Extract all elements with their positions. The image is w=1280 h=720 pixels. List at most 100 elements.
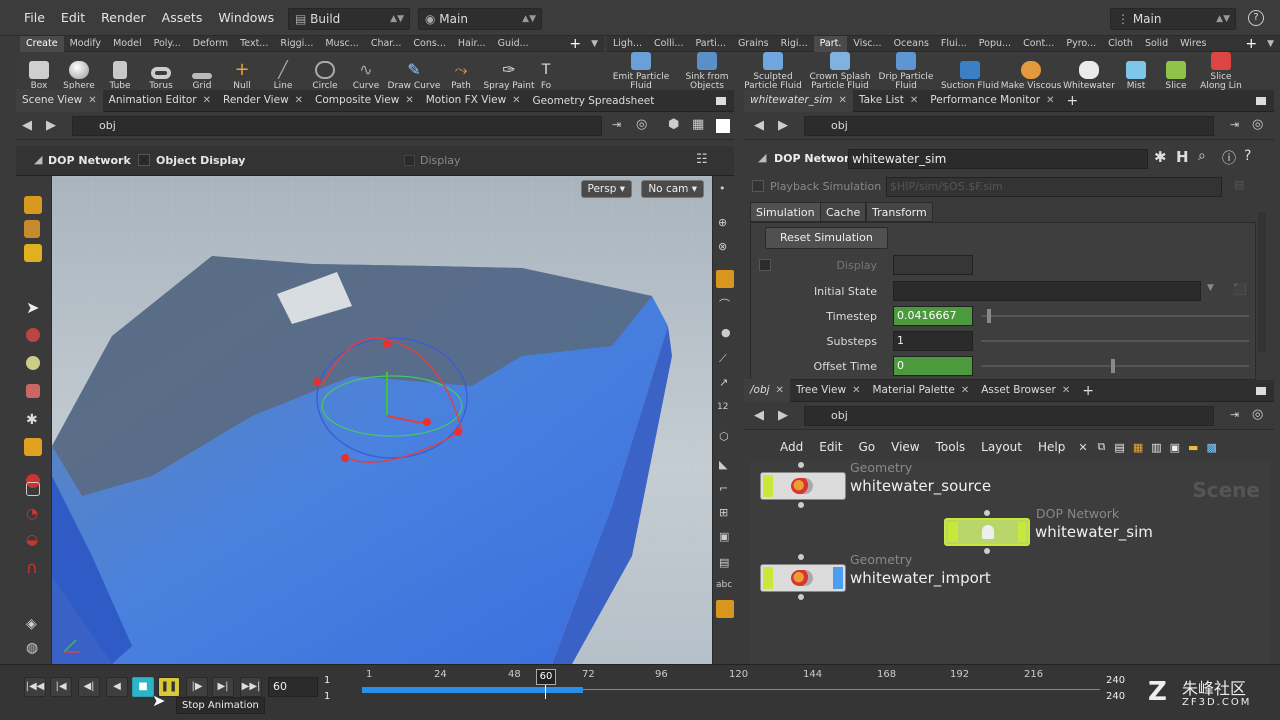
menu-edit[interactable]: Edit [53,0,93,36]
offset-time-field[interactable]: 0 [893,356,973,376]
render-flag[interactable] [1018,522,1026,542]
back-arrow-icon[interactable]: ◀ [754,118,764,133]
play-reverse-button[interactable]: ◀ [106,677,128,697]
corner-icon[interactable]: ⌐ [719,482,728,495]
shelf-tab-grains[interactable]: Grains [732,36,775,52]
tool-path[interactable]: ⤳ Path [442,52,480,94]
shelf-tab-collisions[interactable]: Colli... [648,36,689,52]
subtab-transform[interactable]: Transform [866,202,933,222]
timestep-slider[interactable] [981,315,1249,317]
menu-add[interactable]: Add [750,440,811,454]
object-display-checkbox[interactable] [138,154,150,166]
tab-take-list[interactable]: Take List ✕ [853,89,924,112]
snap-magnet-icon[interactable]: ∩ [26,558,44,577]
shelf-menu-icon[interactable]: ▼ [585,39,604,49]
display-flag[interactable] [763,475,773,497]
maximize-icon[interactable] [1256,386,1266,395]
shelf-tab-particles[interactable]: Parti... [689,36,731,52]
close-icon[interactable]: ✕ [405,95,413,106]
handle-tool-icon[interactable] [24,220,40,238]
shelf-tab-characters[interactable]: Char... [365,36,408,52]
close-icon[interactable]: ✕ [776,385,784,396]
shelf-tab-lights[interactable]: Ligh... [607,36,648,52]
display-checkbox[interactable] [759,259,771,271]
shelf-tab-viscous[interactable]: Visc... [847,36,887,52]
output-connector[interactable] [798,594,804,600]
shelf-tab-container[interactable]: Cont... [1017,36,1060,52]
search-icon[interactable]: ⌕ [1198,148,1206,164]
snapshot-icon[interactable]: ▦ [692,117,704,132]
stop-button[interactable]: ■ [132,677,154,697]
scale-icon[interactable] [26,384,40,398]
shelf-tab-particle-fluids[interactable]: Part. [813,35,848,52]
timestep-field[interactable]: 0.0416667 [893,306,973,326]
tool-whitewater[interactable]: Whitewater [1061,52,1117,94]
shelf-tab-constraints[interactable]: Cons... [407,36,451,52]
step-forward-button[interactable]: |▶ [186,677,208,697]
menu-assets[interactable]: Assets [154,0,211,36]
tab-composite-view[interactable]: Composite View ✕ [309,89,420,112]
menu-file[interactable]: File [16,0,53,36]
image-icon[interactable]: ▩ [1202,441,1220,454]
camera-menu[interactable]: No cam ▾ [641,180,704,198]
next-key-button[interactable]: ▶| [212,677,234,697]
shelf-tab-rigging[interactable]: Riggi... [274,36,319,52]
step-back-button[interactable]: ◀| [78,677,100,697]
tool-sink-from-objects[interactable]: Sink from Objects [675,52,739,94]
output-connector[interactable] [798,502,804,508]
menu-render[interactable]: Render [93,0,154,36]
pose-icon[interactable]: ✱ [26,412,44,430]
shelf-tab-pyro[interactable]: Pyro... [1060,36,1102,52]
tab-geometry-spreadsheet[interactable]: Geometry Spreadsheet [527,90,661,112]
table-icon[interactable]: ▥ [1147,441,1165,454]
shelf-tab-oceans[interactable]: Oceans [888,36,935,52]
handle-icon[interactable] [24,438,42,456]
wrench-icon[interactable]: ✕ [1073,441,1092,454]
node-name[interactable]: whitewater_import [850,569,991,587]
add-tab-icon[interactable]: + [1076,380,1100,402]
point-icon[interactable]: ● [721,326,731,339]
tool-circle[interactable]: Circle [304,52,346,94]
question-icon[interactable]: ? [1244,148,1251,164]
initial-state-field[interactable] [893,281,1201,301]
tool-font[interactable]: T Fo [538,52,554,94]
tool-mist[interactable]: Mist [1117,52,1155,94]
right-desktop-select[interactable]: ⋮ Main ▲▼ [1110,8,1236,30]
display-flag[interactable] [948,522,958,542]
menu-help[interactable]: Help [1030,440,1073,454]
close-icon[interactable]: ✕ [910,95,918,106]
close-icon[interactable]: ✕ [852,385,860,396]
start-frame-label-2[interactable]: 1 [324,691,330,702]
tool-crown-splash[interactable]: Crown Splash Particle Fluid [807,52,873,94]
help-h-icon[interactable]: H [1176,148,1189,166]
tool-slice-along-line[interactable]: Slice Along Lin [1197,52,1245,94]
wedge-icon[interactable]: ◣ [719,458,727,471]
input-connector[interactable] [798,462,804,468]
pin-icon[interactable]: ⇥ [1230,408,1239,421]
menu-tools[interactable]: Tools [928,440,974,454]
input-connector[interactable] [798,554,804,560]
shelf-tab-poly[interactable]: Poly... [148,36,187,52]
tool-grid[interactable]: Grid [182,52,222,94]
link-icon[interactable]: ◎ [1252,407,1263,422]
tool-curve[interactable]: ∿ Curve [346,52,386,94]
add-shelf-icon[interactable]: + [565,36,585,52]
add-tab-icon[interactable]: + [1060,90,1084,112]
magnet-icon[interactable]: ◔ [26,506,44,524]
node-whitewater-source[interactable] [760,472,846,500]
shelf-tab-wires[interactable]: Wires [1174,36,1212,52]
tab-animation-editor[interactable]: Animation Editor ✕ [103,89,217,112]
dot-icon[interactable]: • [719,182,726,195]
menu-edit[interactable]: Edit [811,440,850,454]
gear-icon[interactable]: ✱ [1154,148,1167,166]
menu-layout[interactable]: Layout [973,440,1030,454]
tool-sphere[interactable]: Sphere [58,52,100,94]
shelf-tab-guide[interactable]: Guid... [492,36,535,52]
tool-box[interactable]: Box [20,52,58,94]
reset-simulation-button[interactable]: Reset Simulation [765,227,888,249]
tool-spray-paint[interactable]: ✑ Spray Paint [480,52,538,94]
camera-icon[interactable]: ◍ [26,640,44,658]
forward-arrow-icon[interactable]: ▶ [778,118,788,133]
close-icon[interactable]: ✕ [295,95,303,106]
tool-null[interactable]: + Null [222,52,262,94]
